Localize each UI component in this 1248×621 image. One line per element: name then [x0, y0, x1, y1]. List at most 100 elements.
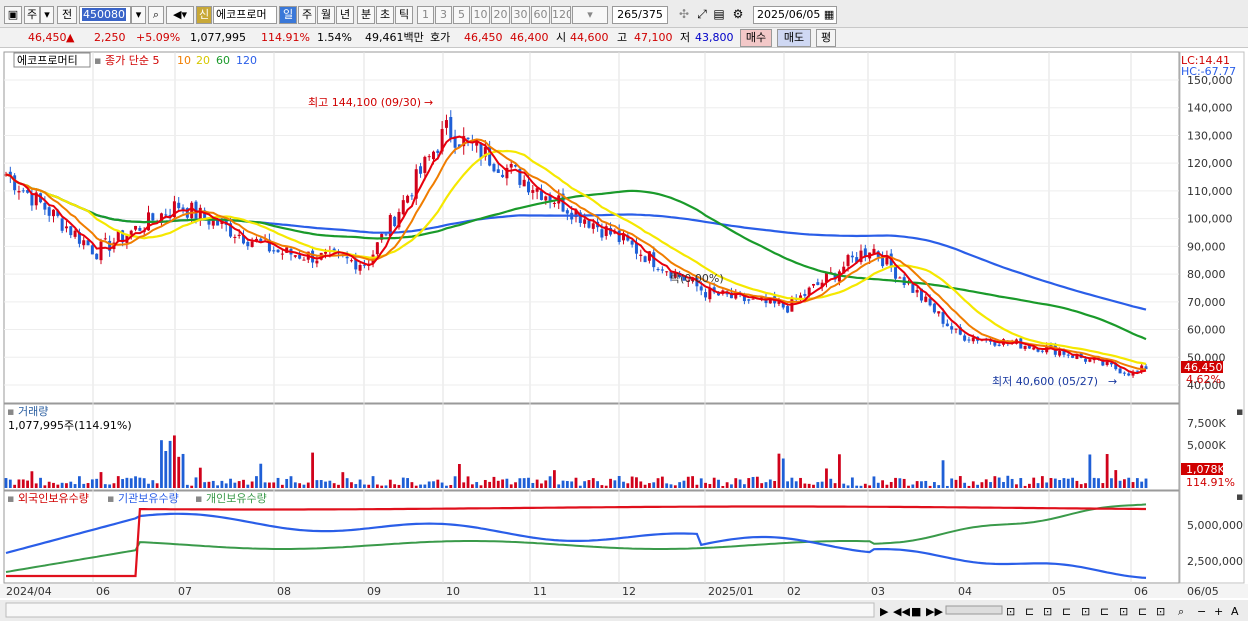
volume-bar [350, 482, 353, 488]
code-dropdown-icon[interactable]: ▾ [131, 6, 146, 24]
volume-bar [311, 452, 314, 488]
volume-bar [406, 478, 409, 488]
volume-bar [263, 482, 267, 488]
zoom-search-icon[interactable]: ⌕ [1178, 605, 1184, 618]
unit-1-button[interactable]: 1 [417, 6, 434, 24]
period-week-tab[interactable]: 주 [298, 6, 316, 24]
layout-1-icon[interactable]: ⊡ [1006, 605, 1015, 618]
candle-body [134, 225, 138, 230]
hc-label: HC:-67.77 [1181, 65, 1236, 78]
draw-tool-icon[interactable]: ⤢ [694, 6, 710, 24]
period-day-tab[interactable]: 일 [279, 6, 297, 24]
zoom-slider[interactable] [945, 605, 1003, 615]
volume-bar [1058, 479, 1062, 488]
period-second-tab[interactable]: 초 [376, 6, 394, 24]
candle-body [1127, 373, 1131, 376]
scroll-track[interactable] [5, 602, 875, 618]
layout-4-icon[interactable]: ⊏ [1062, 605, 1071, 618]
volume-bar [889, 482, 893, 488]
volume-bar [963, 482, 967, 488]
holdings-panel-icon[interactable]: ▪ [7, 492, 14, 505]
volume-current-tag: 1,078K [1186, 463, 1225, 476]
unit-5-button[interactable]: 5 [453, 6, 470, 24]
candle-body [812, 284, 815, 286]
period-year-tab[interactable]: 년 [336, 6, 354, 24]
layout-2-icon[interactable]: ⊏ [1025, 605, 1034, 618]
candle-body [552, 202, 556, 204]
unit-dropdown[interactable]: ▾ [572, 6, 608, 24]
search-icon[interactable]: ⌕ [148, 6, 164, 24]
layout-5-icon[interactable]: ⊡ [1081, 605, 1090, 618]
panel-menu-icon[interactable]: ▪ [94, 54, 101, 67]
scroll-rewind-icon[interactable]: ◀◀ [893, 605, 910, 618]
volume-bar [928, 485, 932, 488]
volume-bar [332, 483, 336, 488]
candle-body [401, 200, 405, 215]
unit-60-button[interactable]: 60 [531, 6, 550, 24]
volume-bar [194, 477, 198, 488]
save-icon[interactable]: ▤ [712, 6, 726, 24]
unit-10-button[interactable]: 10 [471, 6, 490, 24]
candle-body [293, 255, 297, 257]
eval-button[interactable]: 평 [816, 29, 836, 47]
gear-icon[interactable]: ⚙ [730, 6, 746, 24]
volume-bar [1040, 476, 1044, 488]
unit-20-button[interactable]: 20 [491, 6, 510, 24]
fast-forward-icon[interactable]: ▶▶ [926, 605, 943, 618]
date-field[interactable]: 2025/06/05 ▦ [753, 6, 837, 24]
layout-6-icon[interactable]: ⊏ [1100, 605, 1109, 618]
zoom-in-icon[interactable]: + [1214, 605, 1223, 618]
volume-bar [315, 480, 319, 488]
volume-tick-7500k: 7,500K [1187, 417, 1226, 430]
unit-30-button[interactable]: 30 [511, 6, 530, 24]
stock-chart[interactable]: 150,000140,000130,000120,000110,000100,0… [0, 48, 1248, 621]
stock-code-input[interactable]: 450080 [79, 6, 131, 24]
volume-bar [151, 480, 155, 488]
volume-title: 거래량 [18, 405, 48, 418]
candle-body [846, 255, 850, 266]
price-tick-label: 80,000 [1187, 268, 1226, 281]
crosshair-icon[interactable]: ✣ [676, 6, 692, 24]
volume-panel-icon[interactable]: ▪ [7, 405, 14, 418]
count-field[interactable]: 265/375 [612, 6, 668, 24]
sell-button[interactable]: 매도 [777, 29, 811, 47]
volume-panel-close-icon[interactable]: ▪ [1236, 405, 1243, 418]
type-dropdown-icon[interactable]: ▾ [40, 6, 54, 24]
holdings-panel-close-icon[interactable]: ▪ [1236, 490, 1243, 503]
period-tick-tab[interactable]: 틱 [395, 6, 413, 24]
x-axis-label: 08 [277, 585, 291, 598]
volume-bar [1079, 484, 1083, 488]
speaker-icon[interactable]: ◀▾ [166, 6, 194, 24]
layout-8-icon[interactable]: ⊏ [1138, 605, 1147, 618]
type-select[interactable]: 주 [24, 6, 40, 24]
market-select[interactable]: 전 [57, 6, 77, 24]
buy-button[interactable]: 매수 [740, 29, 772, 47]
stock-name-field[interactable]: 에코프로머 [213, 6, 277, 24]
period-month-tab[interactable]: 월 [317, 6, 335, 24]
volume-bar [375, 484, 379, 488]
stock-name-label: 에코프로머티 [17, 54, 78, 67]
volume-bar [341, 472, 345, 488]
calendar-icon[interactable]: ▦ [824, 8, 834, 21]
volume-bar [65, 483, 68, 488]
unit-120-button[interactable]: 120 [551, 6, 571, 24]
candle-body [863, 248, 867, 257]
volume-bar [17, 479, 21, 488]
candle-body [449, 117, 453, 139]
stop-icon[interactable]: ■ [911, 605, 921, 618]
volume-bar [816, 482, 820, 488]
unit-3-button[interactable]: 3 [435, 6, 452, 24]
volume-bar [427, 481, 431, 488]
layout-7-icon[interactable]: ⊡ [1119, 605, 1128, 618]
holdings-tick-5m: 5,000,000 [1187, 519, 1243, 532]
period-minute-tab[interactable]: 분 [357, 6, 375, 24]
volume-bar [445, 485, 448, 488]
auto-scale-icon[interactable]: A [1231, 605, 1239, 618]
layout-3-icon[interactable]: ⊡ [1043, 605, 1052, 618]
window-menu-icon[interactable]: ▣ [4, 6, 22, 24]
layout-9-icon[interactable]: ⊡ [1156, 605, 1165, 618]
volume-bar [937, 485, 941, 488]
zoom-out-icon[interactable]: − [1197, 605, 1206, 618]
candle-body [911, 284, 915, 293]
scroll-right-icon[interactable]: ▶ [880, 605, 889, 618]
